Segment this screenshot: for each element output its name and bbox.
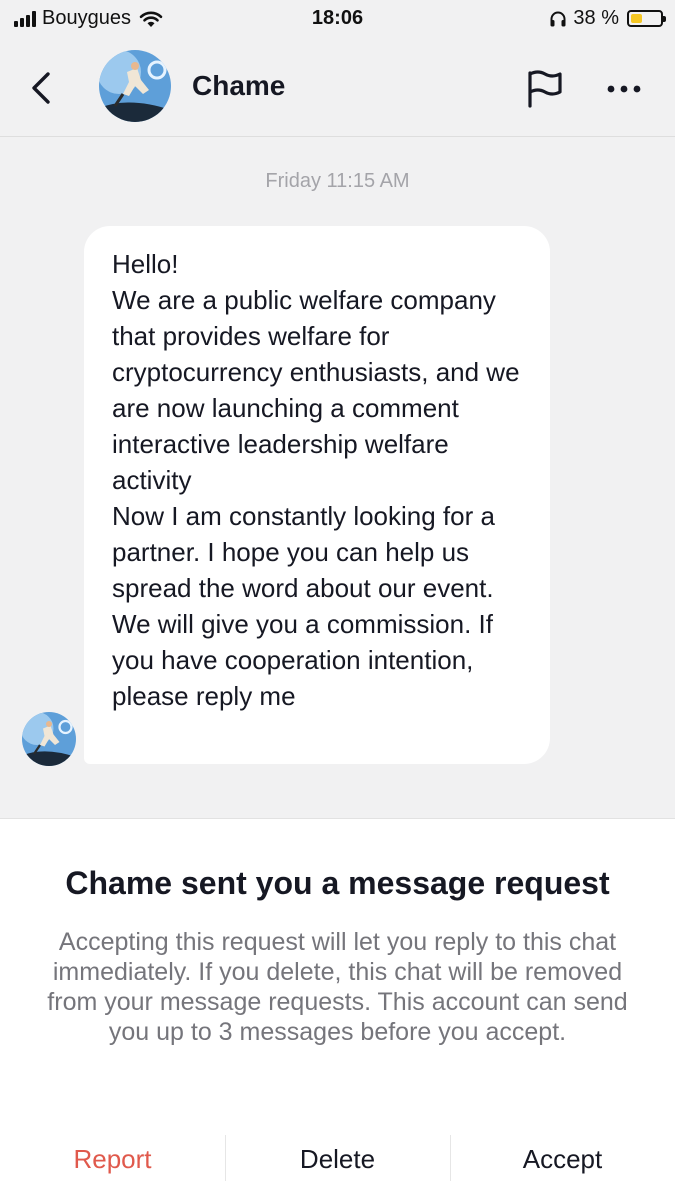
message-bubble[interactable]: Hello! We are a public welfare company t… — [84, 226, 550, 764]
sender-avatar[interactable] — [22, 712, 76, 766]
accept-button[interactable]: Accept — [450, 1127, 675, 1191]
delete-button[interactable]: Delete — [225, 1127, 450, 1191]
contact-name[interactable]: Chame — [192, 70, 285, 102]
back-arrow-icon[interactable] — [22, 66, 62, 110]
status-right: 38 % — [549, 7, 666, 30]
battery-level — [631, 14, 642, 23]
message-request-panel: Chame sent you a message request Accepti… — [0, 818, 675, 1201]
more-icon[interactable] — [604, 72, 644, 106]
report-button[interactable]: Report — [0, 1127, 225, 1191]
avatar-image — [99, 50, 171, 122]
request-title: Chame sent you a message request — [65, 865, 610, 901]
avatar-image — [22, 712, 76, 766]
chat-header: Chame — [0, 38, 675, 137]
battery-percent: 38 % — [573, 7, 619, 29]
headphones-icon — [550, 11, 566, 26]
contact-avatar[interactable] — [99, 50, 171, 122]
status-bar: Bouygues 18:06 38 % — [0, 0, 675, 38]
flag-icon[interactable] — [524, 68, 566, 110]
message-timestamp: Friday 11:15 AM — [265, 170, 410, 192]
request-actions: Report Delete Accept — [0, 1127, 675, 1191]
battery-icon — [627, 10, 666, 27]
request-description: Accepting this request will let you repl… — [47, 928, 628, 1046]
